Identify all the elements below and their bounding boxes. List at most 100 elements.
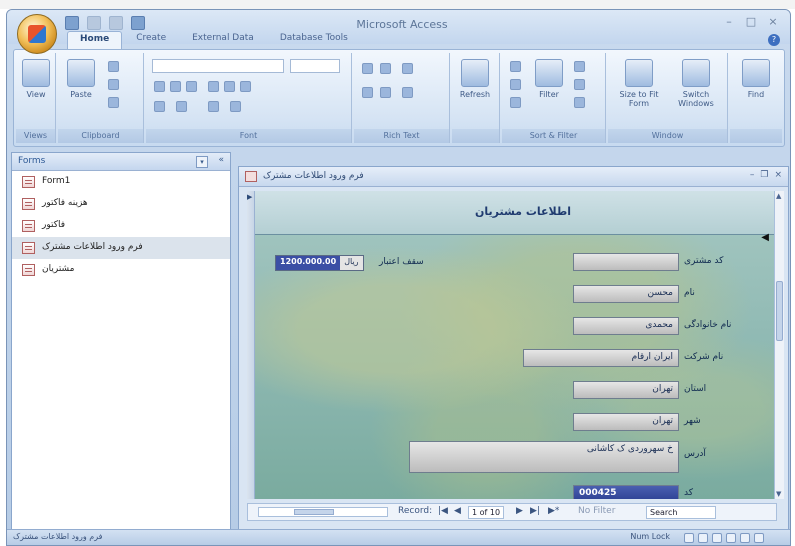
first-name-field[interactable]: محسن — [573, 285, 679, 303]
gridlines-icon[interactable] — [208, 101, 219, 112]
tab-home[interactable]: Home — [67, 31, 123, 49]
nav-pane-title: Forms — [18, 156, 46, 166]
find-button[interactable]: Find — [739, 59, 773, 99]
font-name-select[interactable] — [152, 59, 284, 73]
chevron-down-icon[interactable]: ▾ — [196, 156, 208, 168]
last-name-field[interactable]: محمدی — [573, 317, 679, 335]
copy-icon[interactable] — [108, 79, 119, 90]
group-sort-filter-label: Sort & Filter — [502, 129, 605, 143]
design-view-icon[interactable] — [754, 533, 764, 543]
rich-text-icon-5[interactable] — [380, 87, 391, 98]
switch-windows-button[interactable]: Switch Windows — [670, 59, 722, 108]
form-view-icon[interactable] — [684, 533, 694, 543]
selection-icon[interactable] — [574, 61, 585, 72]
datasheet-view-icon[interactable] — [698, 533, 708, 543]
view-button-label: View — [26, 90, 46, 99]
advanced-filter-icon[interactable] — [574, 79, 585, 90]
office-button[interactable] — [17, 14, 57, 54]
redo-icon[interactable] — [109, 16, 123, 30]
filter-button[interactable]: Filter — [532, 59, 566, 99]
first-record-icon[interactable]: |◀ — [438, 506, 448, 516]
sort-ascending-icon[interactable] — [510, 61, 521, 72]
last-record-icon[interactable]: ▶| — [530, 506, 540, 516]
cut-icon[interactable] — [108, 61, 119, 72]
new-record-icon[interactable]: ▶* — [548, 506, 559, 516]
nav-item-customers[interactable]: مشتریان — [12, 259, 230, 281]
rich-text-icon-1[interactable] — [362, 63, 373, 74]
save-icon[interactable] — [65, 16, 79, 30]
tab-database-tools[interactable]: Database Tools — [268, 31, 360, 49]
form-icon — [22, 242, 35, 254]
vertical-scrollbar[interactable]: ▲ ▼ — [774, 191, 784, 499]
next-record-icon[interactable]: ▶ — [516, 506, 523, 516]
document-top-strip — [0, 0, 795, 9]
filter-status[interactable]: No Filter — [578, 506, 615, 516]
font-size-select[interactable] — [290, 59, 340, 73]
record-selector[interactable]: ▶ — [247, 191, 255, 499]
tab-create[interactable]: Create — [124, 31, 178, 49]
minimize-icon[interactable]: – — [750, 170, 755, 180]
form-header-title: اطلاعات مشتریان — [475, 205, 571, 218]
italic-icon[interactable] — [170, 81, 181, 92]
pivot-table-view-icon[interactable] — [712, 533, 722, 543]
rich-text-icon-3[interactable] — [402, 63, 413, 74]
sort-descending-icon[interactable] — [510, 79, 521, 90]
fill-color-icon[interactable] — [176, 101, 187, 112]
code-field[interactable]: 000425 — [573, 485, 679, 499]
customize-toolbar-icon[interactable] — [131, 16, 145, 30]
horizontal-scrollbar[interactable] — [258, 507, 388, 517]
rich-text-icon-4[interactable] — [362, 87, 373, 98]
underline-icon[interactable] — [186, 81, 197, 92]
company-name-field[interactable]: ایران ارقام — [523, 349, 679, 367]
customer-code-field[interactable] — [573, 253, 679, 271]
scroll-thumb[interactable] — [776, 281, 783, 341]
align-right-icon[interactable] — [240, 81, 251, 92]
alternate-fill-icon[interactable] — [230, 101, 241, 112]
nav-item-form1[interactable]: Form1 — [12, 171, 230, 193]
minimize-icon[interactable]: – — [720, 14, 738, 30]
align-center-icon[interactable] — [224, 81, 235, 92]
close-icon[interactable]: × — [764, 14, 782, 30]
group-clipboard-label: Clipboard — [58, 129, 143, 143]
bold-icon[interactable] — [154, 81, 165, 92]
restore-icon[interactable]: ❐ — [760, 170, 768, 180]
refresh-button[interactable]: Refresh — [458, 59, 492, 99]
credit-limit-field[interactable]: 1200.000.00 ریال — [275, 255, 364, 271]
format-painter-icon[interactable] — [108, 97, 119, 108]
collapse-pane-icon[interactable]: « — [218, 155, 224, 165]
paste-button[interactable]: Paste — [64, 59, 98, 99]
nav-item-invoice-cost[interactable]: هزینه فاکتور — [12, 193, 230, 215]
undo-icon[interactable] — [87, 16, 101, 30]
layout-view-icon[interactable] — [740, 533, 750, 543]
view-button[interactable]: View — [19, 59, 53, 99]
group-records: Refresh — [452, 53, 500, 143]
rich-text-icon-6[interactable] — [402, 87, 413, 98]
nav-item-label: مشتریان — [42, 264, 75, 274]
nav-pane-header[interactable]: Forms ▾ « — [12, 153, 230, 171]
customer-code-label: کد مشتری — [684, 256, 724, 266]
help-icon[interactable]: ? — [768, 34, 780, 46]
pivot-chart-view-icon[interactable] — [726, 533, 736, 543]
nav-item-customer-entry-form[interactable]: فرم ورود اطلاعات مشترک — [12, 237, 230, 259]
find-button-label: Find — [747, 90, 765, 99]
previous-record-icon[interactable]: ◀ — [454, 506, 461, 516]
toggle-filter-icon[interactable] — [574, 97, 585, 108]
tab-external-data[interactable]: External Data — [180, 31, 266, 49]
form-icon — [22, 198, 35, 210]
scroll-up-icon[interactable]: ▲ — [776, 192, 781, 200]
scroll-down-icon[interactable]: ▼ — [776, 490, 781, 498]
rich-text-icon-2[interactable] — [380, 63, 391, 74]
close-icon[interactable]: × — [774, 170, 782, 180]
province-field[interactable]: تهران — [573, 381, 679, 399]
size-to-fit-button[interactable]: Size to Fit Form — [614, 59, 664, 108]
search-input[interactable]: Search — [646, 506, 716, 519]
nav-item-invoice[interactable]: فاکتور — [12, 215, 230, 237]
address-field[interactable]: خ سهروردی ک کاشانی — [409, 441, 679, 473]
scroll-thumb[interactable] — [294, 509, 334, 515]
city-field[interactable]: تهران — [573, 413, 679, 431]
clear-sort-icon[interactable] — [510, 97, 521, 108]
align-left-icon[interactable] — [208, 81, 219, 92]
current-record-input[interactable]: 1 of 10 — [468, 506, 505, 519]
maximize-icon[interactable]: □ — [742, 14, 760, 30]
font-color-icon[interactable] — [154, 101, 165, 112]
